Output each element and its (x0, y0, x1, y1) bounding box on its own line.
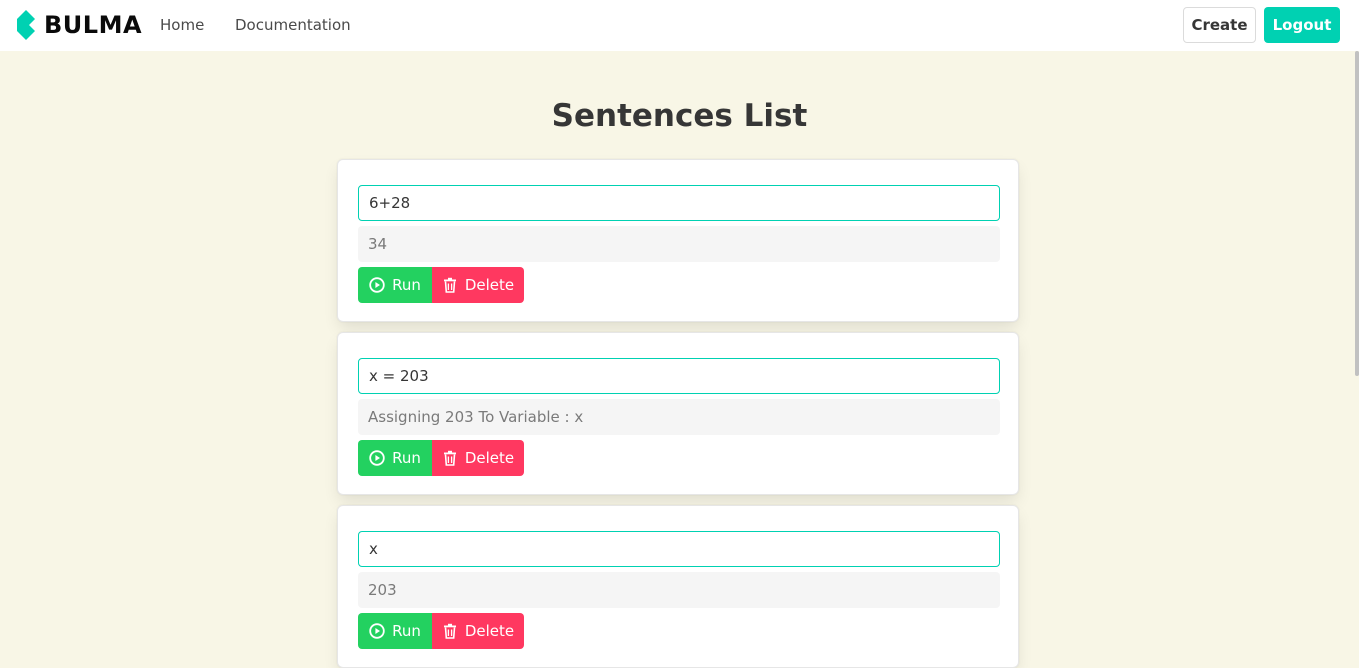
sentence-actions: Run Delete (358, 267, 524, 303)
sentence-input[interactable] (358, 531, 1000, 567)
delete-label: Delete (464, 276, 515, 294)
trash-icon (443, 450, 456, 466)
sentence-card: Assigning 203 To Variable : x Run Delete (337, 332, 1019, 495)
play-circle-icon (369, 450, 385, 466)
brand-name: BULMA (44, 11, 143, 39)
run-label: Run (392, 276, 421, 294)
create-button[interactable]: Create (1183, 7, 1256, 43)
brand[interactable]: BULMA (16, 10, 142, 40)
sentence-actions: Run Delete (358, 613, 524, 649)
scrollbar-thumb[interactable] (1355, 51, 1359, 376)
sentence-actions: Run Delete (358, 440, 524, 476)
page-title: Sentences List (551, 98, 808, 134)
delete-button[interactable]: Delete (432, 613, 524, 649)
sentence-result: Assigning 203 To Variable : x (358, 399, 1000, 435)
run-button[interactable]: Run (358, 613, 432, 649)
trash-icon (443, 277, 456, 293)
sentence-result: 203 (358, 572, 1000, 608)
delete-button[interactable]: Delete (432, 267, 524, 303)
logout-button[interactable]: Logout (1264, 7, 1340, 43)
nav-home-link[interactable]: Home (160, 0, 204, 51)
navbar: BULMA Home Documentation Create Logout (0, 0, 1359, 51)
play-circle-icon (369, 277, 385, 293)
run-label: Run (392, 449, 421, 467)
delete-label: Delete (464, 449, 515, 467)
sentence-input[interactable] (358, 358, 1000, 394)
trash-icon (443, 623, 456, 639)
sentence-result: 34 (358, 226, 1000, 262)
play-circle-icon (369, 623, 385, 639)
sentence-card: 34 Run Delete (337, 159, 1019, 322)
run-label: Run (392, 622, 421, 640)
bulma-logo-icon (17, 10, 35, 40)
sentence-input[interactable] (358, 185, 1000, 221)
nav-documentation-link[interactable]: Documentation (235, 0, 351, 51)
delete-label: Delete (464, 622, 515, 640)
delete-button[interactable]: Delete (432, 440, 524, 476)
run-button[interactable]: Run (358, 267, 432, 303)
run-button[interactable]: Run (358, 440, 432, 476)
sentence-card: 203 Run Delete (337, 505, 1019, 668)
page-scrollbar[interactable] (1355, 51, 1359, 630)
